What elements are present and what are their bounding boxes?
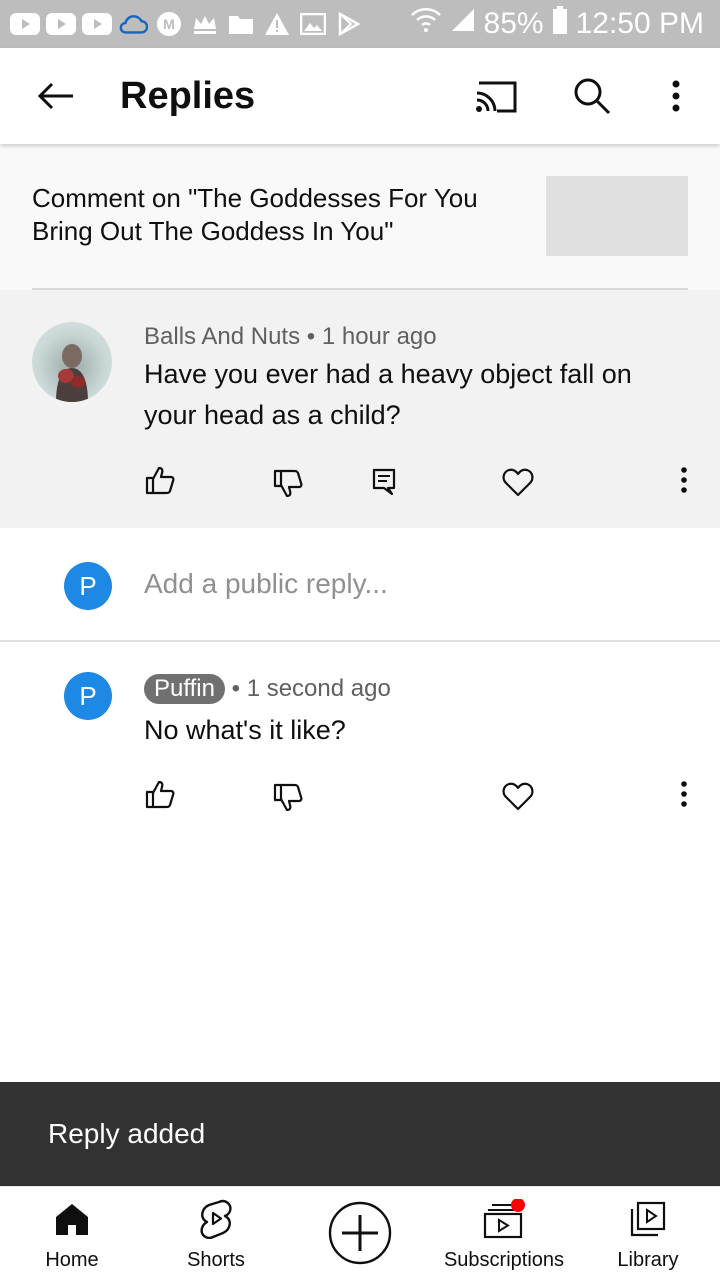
shorts-icon (199, 1197, 233, 1241)
image-icon (298, 11, 328, 37)
nav-item-library[interactable]: Library (598, 1187, 698, 1281)
avatar: P (64, 562, 112, 610)
wifi-icon (410, 7, 442, 41)
comment-on-title[interactable]: Comment on "The Goddesses For You Bring … (32, 182, 522, 248)
reply-meta: Puffin • 1 second ago (144, 674, 391, 704)
more-vert-icon[interactable] (662, 458, 706, 502)
youtube-icon (10, 11, 40, 37)
nav-item-shorts[interactable]: Shorts (166, 1187, 266, 1281)
heart-icon[interactable] (496, 774, 540, 818)
like-icon[interactable] (138, 458, 182, 502)
original-comment: Balls And Nuts • 1 hour ago Have you eve… (0, 290, 720, 528)
reply-composer: P Add a public reply... (0, 528, 720, 640)
system-status: 85% 12:50 PM (410, 6, 704, 42)
nav-label-home: Home (45, 1249, 99, 1271)
status-bar: M 85% 12:50 PM (0, 0, 720, 48)
comment-text: Have you ever had a heavy object fall on… (144, 359, 632, 430)
nav-label-shorts: Shorts (187, 1249, 245, 1271)
author-name[interactable]: Balls And Nuts (144, 323, 300, 350)
avatar[interactable]: P (64, 672, 112, 720)
m-badge-icon: M (154, 11, 184, 37)
folder-icon (226, 11, 256, 37)
heart-icon[interactable] (496, 460, 540, 504)
dislike-icon[interactable] (266, 462, 310, 506)
warning-icon (262, 11, 292, 37)
snackbar: Reply added (0, 1082, 720, 1186)
video-thumbnail[interactable] (546, 176, 688, 256)
author-badge[interactable]: Puffin (144, 674, 225, 704)
snackbar-message: Reply added (48, 1118, 206, 1149)
more-vert-icon[interactable] (652, 72, 700, 120)
like-icon[interactable] (138, 772, 182, 816)
reply-icon[interactable] (362, 460, 406, 504)
nav-item-create[interactable] (320, 1187, 400, 1281)
separator-dot: • (306, 323, 322, 350)
clock: 12:50 PM (575, 7, 704, 40)
create-plus-icon (328, 1201, 392, 1265)
home-icon (54, 1197, 90, 1241)
cast-icon[interactable] (472, 72, 520, 120)
reply-input[interactable]: Add a public reply... (144, 566, 388, 602)
crown-icon (190, 11, 220, 37)
youtube-icon (46, 11, 76, 37)
separator-dot: • (231, 675, 247, 702)
search-icon[interactable] (568, 72, 616, 120)
cloud-icon (118, 11, 148, 37)
bottom-navigation: Home Shorts Subscriptions Library (0, 1186, 720, 1281)
battery-icon (552, 6, 568, 42)
more-vert-icon[interactable] (662, 772, 706, 816)
dislike-icon[interactable] (266, 776, 310, 820)
library-icon (628, 1197, 668, 1241)
nav-item-subscriptions[interactable]: Subscriptions (434, 1187, 574, 1281)
battery-percent: 85% (483, 7, 544, 40)
comment-meta: Balls And Nuts • 1 hour ago (144, 322, 437, 352)
notification-icons: M (10, 8, 364, 40)
reply-time: 1 second ago (246, 675, 391, 702)
divider (0, 640, 720, 642)
app-bar: Replies (0, 48, 720, 144)
comment-context: Comment on "The Goddesses For You Bring … (0, 144, 720, 290)
signal-icon (450, 7, 476, 41)
nav-label-subscriptions: Subscriptions (443, 1249, 565, 1271)
page-title: Replies (120, 75, 256, 117)
svg-text:M: M (163, 16, 175, 32)
subscriptions-icon (482, 1197, 526, 1241)
nav-item-home[interactable]: Home (22, 1187, 122, 1281)
reply-text: No what's it like? (144, 715, 346, 745)
nav-label-library: Library (617, 1249, 679, 1271)
play-store-icon (334, 11, 364, 37)
youtube-icon (82, 11, 112, 37)
comment-time: 1 hour ago (321, 323, 437, 350)
avatar[interactable] (32, 322, 112, 402)
back-arrow-icon[interactable] (32, 74, 80, 118)
